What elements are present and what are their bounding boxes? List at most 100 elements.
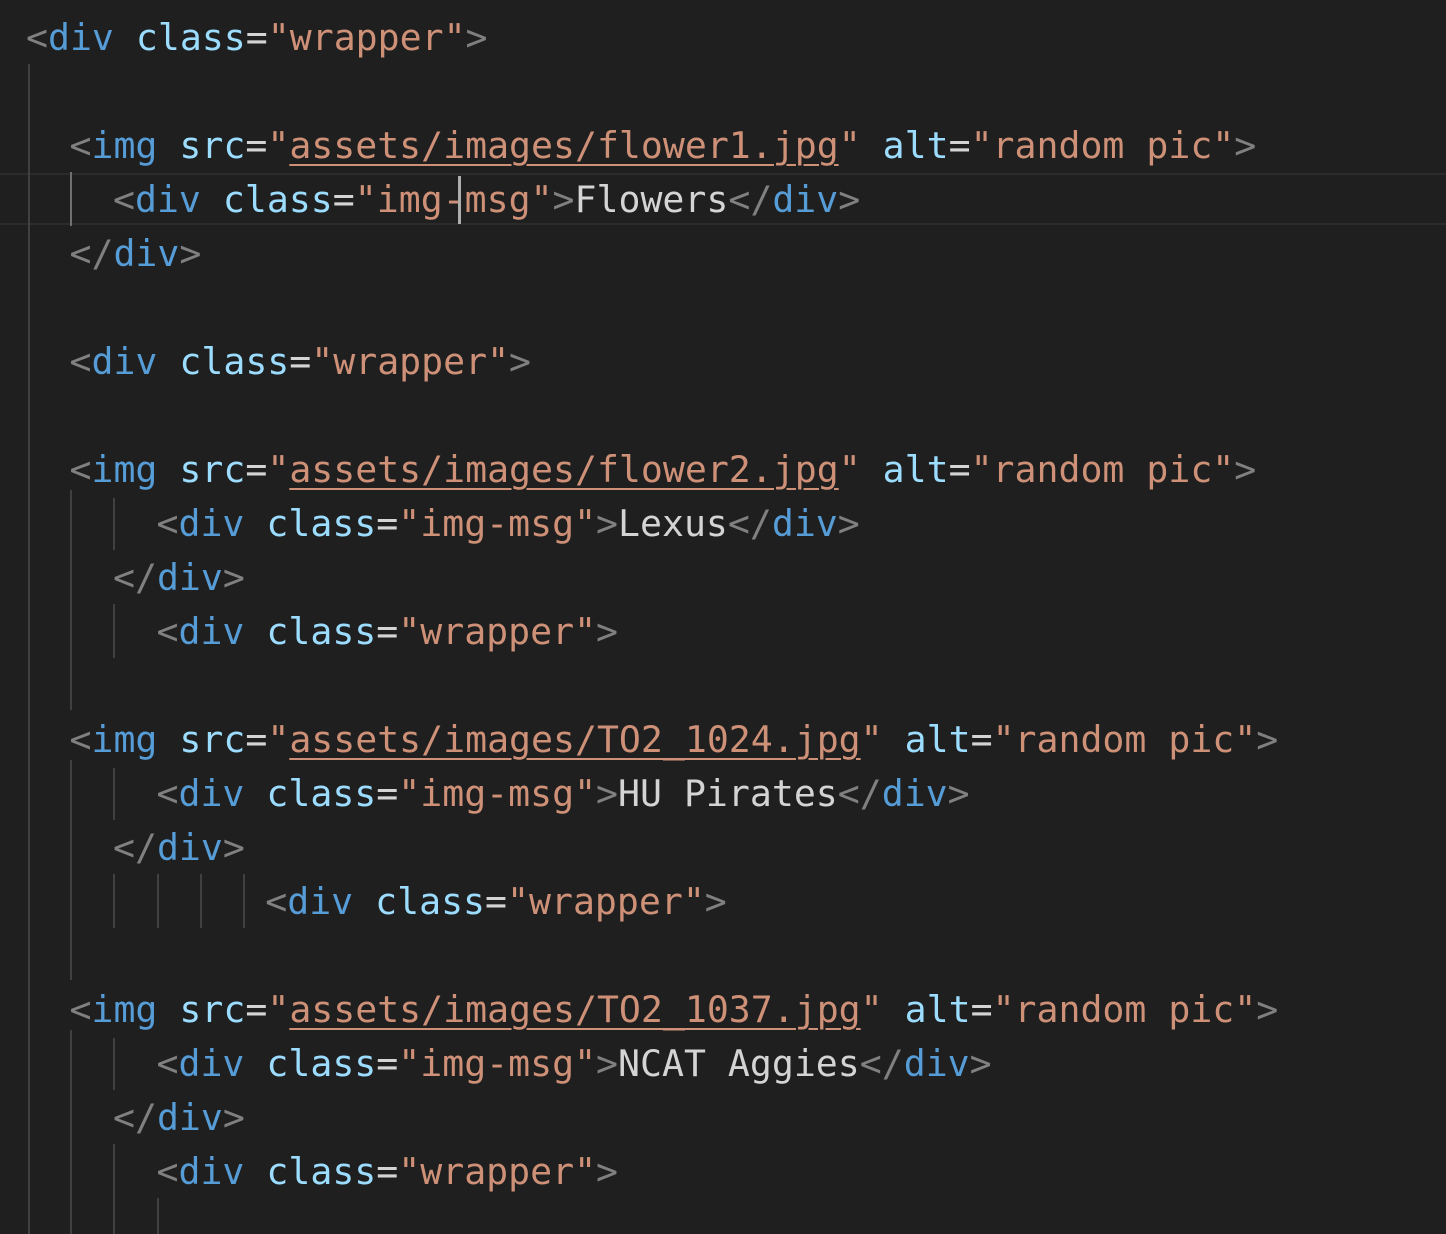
token-str: "wrapper" [398,1150,597,1193]
code-line-content: <div class="wrapper"> [70,335,532,389]
token-str: "img-msg" [398,772,597,815]
code-line[interactable]: <img src="assets/images/TO2_1037.jpg" al… [0,983,1446,1037]
token-link: assets/images/TO2_1024.jpg [289,718,861,761]
code-line[interactable]: <div class="img-msg">Flowers</div> [0,173,1446,227]
code-line[interactable] [0,389,1446,443]
code-line[interactable]: <img src="assets/images/TO2_1024.jpg" al… [0,713,1446,767]
token-punc: > [222,826,245,869]
code-line[interactable]: <div class="wrapper"> [0,605,1446,659]
token-tag: div [881,772,948,815]
code-line[interactable]: <div class="img-msg">HU Pirates</div> [0,767,1446,821]
code-line[interactable] [0,659,1446,713]
token-eq: = [245,124,268,167]
code-line-content: </div> [113,551,245,605]
token-punc: > [969,1042,992,1085]
token-punc: < [69,718,92,761]
token-tag: img [91,124,158,167]
code-line-content: <div class="wrapper"> [26,11,488,65]
token-eq: = [376,1150,399,1193]
code-line[interactable] [0,65,1446,119]
code-editor[interactable]: <div class="wrapper"> <img src="assets/im… [0,0,1446,1234]
token-punc: </ [727,502,772,545]
code-line[interactable]: <div class="wrapper"> [0,335,1446,389]
token-punc: < [156,502,179,545]
code-line[interactable]: <div class="wrapper"> [0,11,1446,65]
token-link: assets/images/flower2.jpg [289,448,839,491]
token-link: assets/images/flower1.jpg [289,124,839,167]
token-punc: > [596,610,619,653]
token-str: " [267,718,290,761]
code-line[interactable] [0,281,1446,335]
code-line[interactable]: <div class="wrapper"> [0,875,1446,929]
token-tag: div [903,1042,970,1085]
token-attr: class [266,1042,377,1085]
code-line[interactable]: </div> [0,1091,1446,1145]
code-line-content: </div> [113,821,245,875]
token-eq: = [948,448,971,491]
token-eq: = [970,988,993,1031]
token-tag: div [287,880,354,923]
token-tag: div [772,178,839,221]
token-tag: div [156,826,223,869]
token-eq: = [970,718,993,761]
token-attr: alt [904,988,971,1031]
code-line[interactable]: </div> [0,821,1446,875]
code-line[interactable]: </div> [0,551,1446,605]
code-line[interactable]: <div class="img-msg">Lexus</div> [0,497,1446,551]
token-punc: > [465,16,488,59]
code-line[interactable]: <div class="img-msg">NCAT Aggies</div> [0,1037,1446,1091]
token-punc: > [704,880,727,923]
token-punc: > [1234,448,1257,491]
code-line[interactable] [0,1199,1446,1234]
token-tag: div [178,772,245,815]
token-punc: < [156,1042,179,1085]
code-line[interactable]: <div class="wrapper"> [0,1145,1446,1199]
token-punc: </ [113,1096,157,1139]
token-text: HU Pirates [618,772,838,815]
text-cursor [458,176,461,224]
token-attr: src [179,448,246,491]
token-punc: < [69,448,92,491]
token-attr: alt [882,448,949,491]
code-line[interactable]: <img src="assets/images/flower2.jpg" alt… [0,443,1446,497]
code-line-content: <div class="wrapper"> [265,875,727,929]
token-punc: > [596,1150,619,1193]
token-str: " [860,718,883,761]
token-str: "random pic" [970,124,1235,167]
token-punc: < [69,124,92,167]
code-line-content: <div class="wrapper"> [157,1145,619,1199]
token-str: "img-msg" [398,1042,597,1085]
token-text: Lexus [618,502,728,545]
token-str: " [267,448,290,491]
token-tag: div [178,610,245,653]
token-eq: = [245,718,268,761]
code-line[interactable] [0,929,1446,983]
token-punc: </ [859,1042,904,1085]
token-tag: img [91,718,158,761]
code-line[interactable]: </div> [0,227,1446,281]
token-attr: class [222,178,333,221]
token-tag: div [113,232,180,275]
token-punc: < [26,16,48,59]
token-punc: > [947,772,970,815]
code-line-content: <div class="img-msg">HU Pirates</div> [157,767,970,821]
token-tag: div [134,178,201,221]
token-str: " [267,124,290,167]
token-attr: class [375,880,486,923]
token-link: assets/images/TO2_1037.jpg [289,988,861,1031]
token-attr: class [266,772,377,815]
code-line[interactable]: <img src="assets/images/flower1.jpg" alt… [0,119,1446,173]
token-punc: < [69,340,92,383]
token-punc: </ [728,178,773,221]
token-punc: > [222,1096,245,1139]
